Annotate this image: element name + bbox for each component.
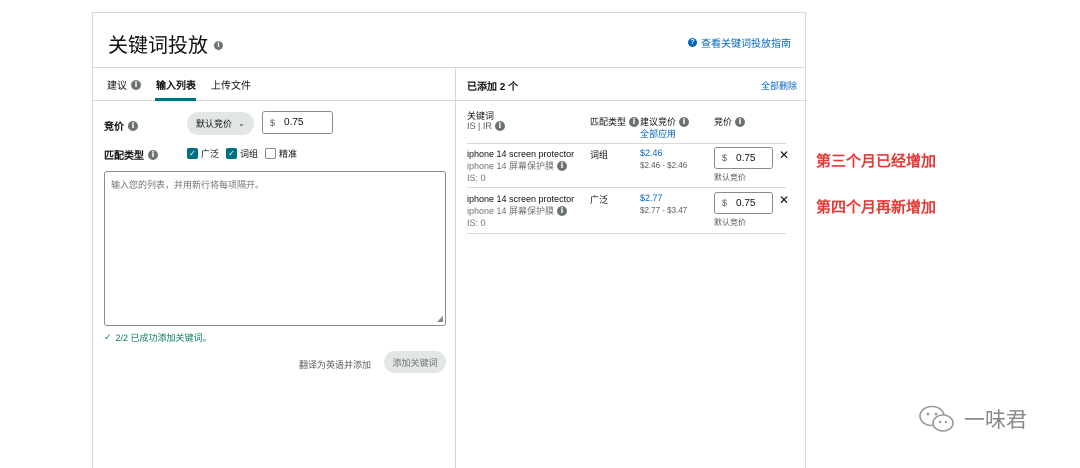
match-type-label: 匹配类型 i [104,147,158,162]
bid-type-dropdown[interactable]: 默认竞价 ⌄ [187,112,254,135]
info-icon[interactable]: i [131,79,141,90]
watermark: 一味君 [918,404,1027,434]
added-header: 已添加 2 个 全部删除 [456,68,807,101]
checkbox-checked-icon[interactable]: ✓ [226,148,238,159]
added-count: 已添加 2 个 [467,82,519,93]
remove-all-link[interactable]: 全部删除 [761,79,797,92]
remove-keyword-icon[interactable]: ✕ [779,193,789,207]
checkbox-unchecked-icon[interactable] [265,148,277,159]
panel-header: 关键词投放 i ? 查看关键词投放指南 [93,13,805,68]
info-icon[interactable]: i [679,116,690,127]
col-keyword-sub: IS | IR i [467,121,505,131]
info-icon[interactable]: i [735,116,746,127]
keyword-row: iphone 14 screen protector iphone 14 屏幕保… [467,189,789,234]
col-bid: 竞价 i [714,115,746,128]
annotation-fourth-month: 第四个月再新增加 [816,199,937,216]
info-icon[interactable]: i [557,161,568,171]
info-icon[interactable]: i [148,149,158,160]
add-keywords-button[interactable]: 添加关键词 [384,351,446,373]
apply-all-link[interactable]: 全部应用 [640,127,676,140]
info-icon[interactable]: i [629,116,640,127]
tab-bar: 建议 i 输入列表 上传文件 [93,68,455,101]
translate-and-add-link[interactable]: 翻译为英语并添加 [299,358,371,371]
active-tab-indicator [155,98,196,101]
suggested-bid-link[interactable]: $2.77 [640,193,663,203]
match-exact-checkbox[interactable]: 精准 [265,147,297,160]
keyword-input-section: 建议 i 输入列表 上传文件 竞价 i 默认竞价 ⌄ $ 0.75 匹配类型 i [93,68,456,468]
info-icon[interactable]: i [214,40,223,50]
page-title: 关键词投放 i [108,29,223,58]
keyword-row: iphone 14 screen protector iphone 14 屏幕保… [467,143,789,188]
keyword-targeting-panel: 关键词投放 i ? 查看关键词投放指南 建议 i 输入列表 上传文件 竞价 i [92,12,807,468]
help-icon: ? [688,38,697,47]
checkbox-checked-icon[interactable]: ✓ [187,148,198,159]
info-icon[interactable]: i [494,121,505,131]
wechat-icon [919,405,954,432]
bid-input[interactable]: $ 0.75 [262,111,333,134]
remove-keyword-icon[interactable]: ✕ [779,148,789,162]
success-message: ✓ 2/2 已成功添加关键词。 [104,332,212,343]
keyword-bid-input[interactable]: $ 0.75 [714,147,773,169]
tab-upload-file[interactable]: 上传文件 [211,77,251,92]
keyword-list-textarea[interactable]: 输入您的列表，并用新行将每项隔开。 ◢ [104,171,446,326]
check-icon: ✓ [104,332,112,342]
tab-suggestions[interactable]: 建议 i [107,77,141,92]
added-keywords-section: 已添加 2 个 全部删除 关键词 IS | IR i 匹配类型 i 建议竞价 i… [456,68,807,468]
tab-enter-list[interactable]: 输入列表 [156,77,196,92]
guide-link[interactable]: ? 查看关键词投放指南 [688,35,791,50]
keyword-bid-input[interactable]: $ 0.75 [714,192,773,214]
match-phrase-checkbox[interactable]: ✓ 词组 [226,147,258,160]
chevron-down-icon: ⌄ [238,119,245,128]
bid-label: 竞价 i [104,118,138,133]
col-match-type: 匹配类型 i [590,115,640,128]
resize-grip-icon[interactable]: ◢ [437,314,443,323]
suggested-bid-link[interactable]: $2.46 [640,148,663,158]
match-type-options: ✓ 广泛 ✓ 词组 精准 [187,147,297,160]
match-broad-checkbox[interactable]: ✓ 广泛 [187,147,219,160]
info-icon[interactable]: i [557,206,568,216]
info-icon[interactable]: i [128,120,138,131]
annotation-third-month: 第三个月已经增加 [816,153,937,170]
